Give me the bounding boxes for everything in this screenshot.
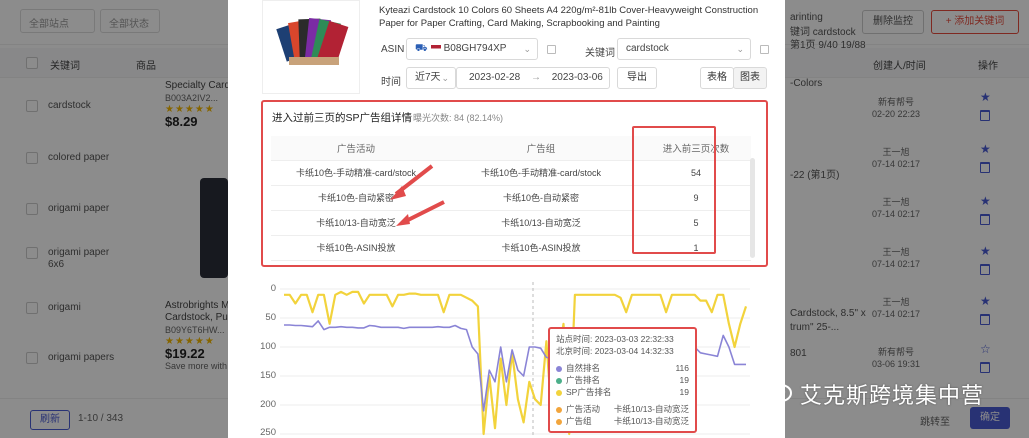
us-flag-icon <box>430 44 441 52</box>
product-thumbnail <box>262 0 360 94</box>
arrow-head <box>396 214 410 226</box>
range-value: 近7天 <box>415 72 441 83</box>
chevron-down-icon: ⌄ <box>736 44 744 54</box>
tooltip-detail-name: 广告活动 <box>566 404 601 414</box>
site-time-label: 站点时间: <box>556 334 593 344</box>
end-date[interactable]: 2023-03-06 <box>552 72 603 83</box>
tooltip-detail-name: 广告组 <box>566 416 592 426</box>
tooltip-detail-value: 卡纸10/13-自动宽泛 <box>613 416 689 426</box>
highlight-annotation-box <box>632 126 716 254</box>
watermark: 艾克斯跨境集中营 <box>740 372 1020 409</box>
asin-label: ASIN <box>381 44 405 55</box>
table-view-button[interactable]: 表格 <box>700 67 734 89</box>
tooltip-detail: 广告组 卡纸10/13-自动宽泛 <box>556 415 689 427</box>
site-time-row: 站点时间: 2023-03-03 22:32:33 <box>556 333 689 345</box>
series-dot <box>556 377 562 384</box>
series-dot <box>556 365 562 372</box>
annotation-arrows <box>390 164 445 226</box>
date-separator: → <box>530 72 541 83</box>
y-tick: 100 <box>260 341 276 352</box>
asin-select[interactable]: ⛟ B08GH794XP ⌄ <box>406 38 538 60</box>
product-title[interactable]: Kyteazi Cardstock 10 Colors 60 Sheets A4… <box>379 4 774 30</box>
start-date[interactable]: 2023-02-28 <box>469 72 520 83</box>
y-tick: 0 <box>270 283 276 294</box>
chevron-down-icon: ⌄ <box>523 44 531 54</box>
keyword-select[interactable]: cardstock ⌄ <box>617 38 751 60</box>
chart-view-button[interactable]: 图表 <box>733 67 767 89</box>
cardstock-image <box>276 17 349 65</box>
series-dot <box>556 406 562 413</box>
series-dot <box>556 418 562 425</box>
date-range-picker[interactable]: 2023-02-28 → 2023-03-06 <box>456 67 610 89</box>
y-tick: 150 <box>260 370 276 381</box>
keyword-label: 关键词 <box>585 48 615 59</box>
bj-time-value: 2023-03-04 14:32:33 <box>594 346 674 356</box>
adgroup-cell: 卡纸10/13-自动宽泛 <box>441 210 641 236</box>
col-adgroup: 广告组 <box>441 136 641 161</box>
table-scrollbar[interactable] <box>750 158 755 258</box>
series-dot <box>556 389 562 396</box>
tooltip-item-name: 自然排名 <box>566 363 601 373</box>
sp-panel-title: 进入过前三页的SP广告组详情 <box>272 112 413 124</box>
external-link-icon[interactable] <box>547 45 556 54</box>
external-link-icon[interactable] <box>760 45 769 54</box>
tooltip-item: 自然排名 116 <box>556 362 689 374</box>
wechat-icon <box>756 378 792 402</box>
tooltip-item-value: 19 <box>679 387 689 397</box>
export-button[interactable]: 导出 <box>617 67 657 89</box>
tooltip-item: 广告排名 19 <box>556 374 689 386</box>
range-select[interactable]: 近7天 ⌄ <box>406 67 456 89</box>
tooltip-item-value: 19 <box>679 375 689 385</box>
keyword-value: cardstock <box>626 43 669 54</box>
chevron-down-icon: ⌄ <box>441 73 449 83</box>
asin-value: B08GH794XP <box>443 43 507 54</box>
y-tick: 250 <box>260 427 276 438</box>
bj-time-row: 北京时间: 2023-03-04 14:32:33 <box>556 345 689 357</box>
tooltip-item: SP广告排名 19 <box>556 386 689 398</box>
adgroup-cell: 卡纸10色-手动精准-card/stock <box>441 160 641 186</box>
y-tick: 50 <box>265 312 276 323</box>
watermark-text: 艾克斯跨境集中营 <box>800 384 985 409</box>
car-icon: ⛟ <box>415 43 428 54</box>
adgroup-cell: 卡纸10色-ASIN投放 <box>441 235 641 261</box>
tooltip-item-value: 116 <box>675 363 689 373</box>
tooltip-item-name: 广告排名 <box>566 375 601 385</box>
chart-tooltip: 站点时间: 2023-03-03 22:32:33 北京时间: 2023-03-… <box>548 327 697 433</box>
adgroup-cell: 卡纸10色-自动紧密 <box>441 185 641 211</box>
bj-time-label: 北京时间: <box>556 346 593 356</box>
tooltip-item-name: SP广告排名 <box>566 387 612 397</box>
tooltip-detail: 广告活动 卡纸10/13-自动宽泛 <box>556 403 689 415</box>
site-time-value: 2023-03-03 22:32:33 <box>594 334 674 344</box>
y-tick: 200 <box>260 399 276 410</box>
col-campaign: 广告活动 <box>271 136 441 161</box>
tooltip-detail-value: 卡纸10/13-自动宽泛 <box>613 404 689 414</box>
time-label: 时间 <box>381 77 401 88</box>
sp-panel-subtitle: 曝光次数: 84 (82.14%) <box>413 113 504 123</box>
